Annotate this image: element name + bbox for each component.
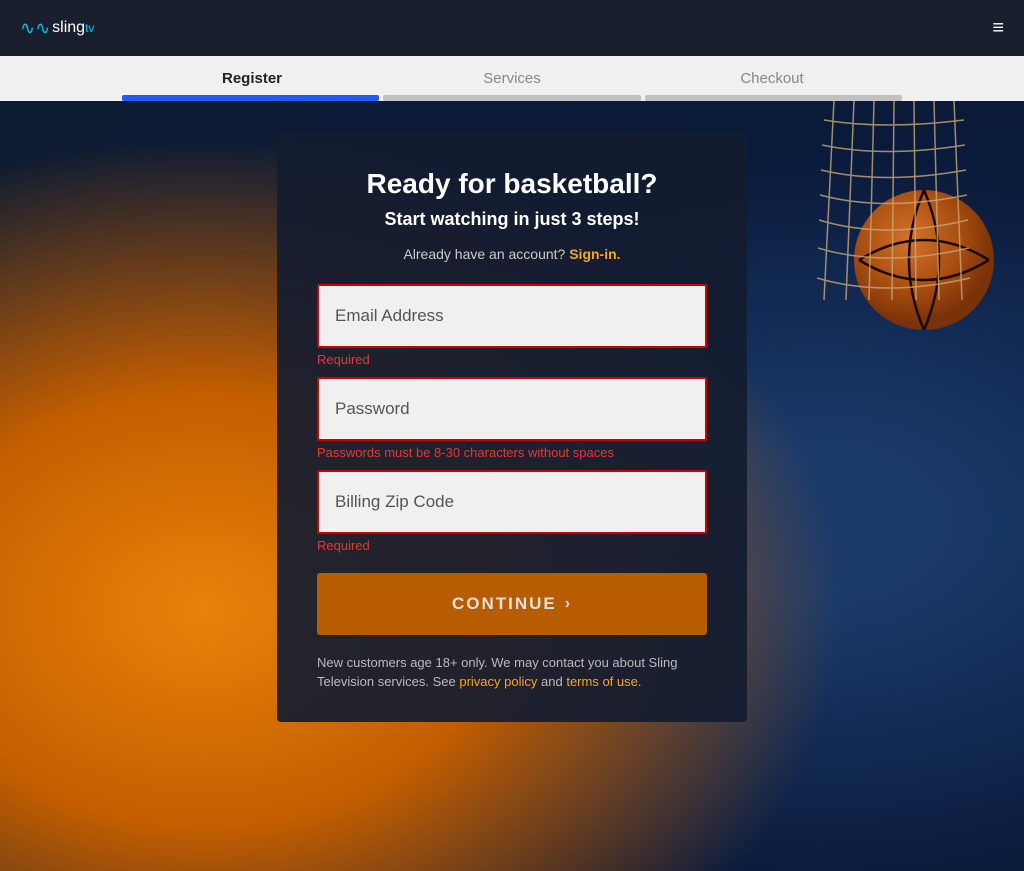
navbar: ∿∿ slingtv ≡ bbox=[0, 0, 1024, 56]
step-bar-services bbox=[383, 95, 640, 101]
zip-field-group: Required bbox=[317, 470, 707, 553]
continue-label: CONTINUE bbox=[452, 594, 557, 614]
logo-tv-text: tv bbox=[85, 21, 94, 35]
steps-bars bbox=[122, 95, 902, 101]
step-checkout-label: Checkout bbox=[642, 70, 902, 87]
already-account-text: Already have an account? Sign-in. bbox=[317, 246, 707, 262]
logo: ∿∿ slingtv bbox=[20, 18, 94, 39]
steps-container: Register Services Checkout bbox=[0, 56, 1024, 101]
sign-in-link[interactable]: Sign-in. bbox=[569, 246, 620, 262]
step-services-label: Services bbox=[382, 70, 642, 87]
form-headline: Ready for basketball? bbox=[317, 167, 707, 201]
password-input[interactable] bbox=[317, 377, 707, 441]
hamburger-menu-icon[interactable]: ≡ bbox=[992, 17, 1004, 40]
zip-error: Required bbox=[317, 538, 707, 553]
password-note: Passwords must be 8-30 characters withou… bbox=[317, 445, 707, 460]
step-register-label: Register bbox=[122, 70, 382, 87]
step-bar-checkout bbox=[645, 95, 902, 101]
chevron-right-icon: › bbox=[565, 595, 572, 613]
zip-input[interactable] bbox=[317, 470, 707, 534]
main-content: Ready for basketball? Start watching in … bbox=[0, 101, 1024, 722]
continue-button[interactable]: CONTINUE › bbox=[317, 573, 707, 635]
step-bar-register bbox=[122, 95, 379, 101]
fine-print: New customers age 18+ only. We may conta… bbox=[317, 653, 707, 692]
registration-form-card: Ready for basketball? Start watching in … bbox=[277, 131, 747, 722]
logo-waves-icon: ∿∿ bbox=[20, 18, 50, 39]
email-error: Required bbox=[317, 352, 707, 367]
form-subheadline: Start watching in just 3 steps! bbox=[317, 209, 707, 230]
email-field-group: Required bbox=[317, 284, 707, 367]
terms-of-use-link[interactable]: terms of use. bbox=[566, 674, 641, 689]
email-input[interactable] bbox=[317, 284, 707, 348]
password-field-group: Passwords must be 8-30 characters withou… bbox=[317, 377, 707, 460]
privacy-policy-link[interactable]: privacy policy bbox=[459, 674, 537, 689]
steps-labels: Register Services Checkout bbox=[122, 70, 902, 87]
logo-sling-text: sling bbox=[52, 19, 85, 37]
